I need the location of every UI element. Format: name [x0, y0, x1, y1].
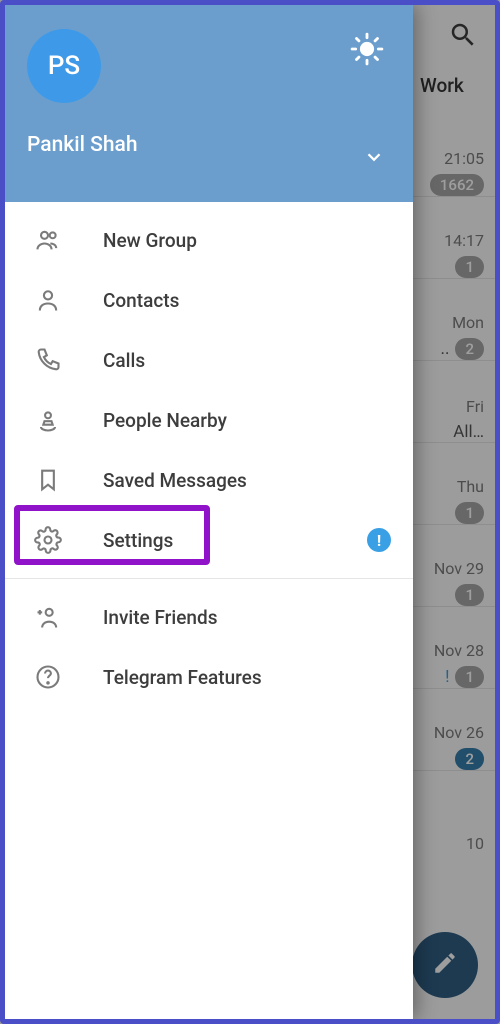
avatar[interactable]: PS	[27, 29, 101, 103]
menu-saved-messages[interactable]: Saved Messages	[5, 450, 413, 510]
help-icon	[31, 660, 65, 694]
invite-icon	[31, 600, 65, 634]
menu-label: Saved Messages	[103, 469, 247, 492]
menu-label: Contacts	[103, 289, 179, 312]
gear-icon	[31, 523, 65, 557]
chevron-down-icon	[363, 153, 385, 172]
drawer-header: PS Pankil Sh	[5, 5, 413, 202]
menu-contacts[interactable]: Contacts	[5, 270, 413, 330]
person-icon	[31, 283, 65, 317]
bookmark-icon	[31, 463, 65, 497]
menu-calls[interactable]: Calls	[5, 330, 413, 390]
menu-settings[interactable]: Settings !	[5, 510, 413, 570]
menu-label: Calls	[103, 349, 145, 372]
menu-label: New Group	[103, 229, 197, 252]
menu-divider	[5, 578, 413, 579]
phone-icon	[31, 343, 65, 377]
nearby-icon	[31, 403, 65, 437]
menu-label: Settings	[103, 529, 173, 552]
account-switcher[interactable]	[363, 146, 385, 172]
menu-label: Invite Friends	[103, 606, 217, 629]
alert-badge: !	[367, 528, 391, 552]
drawer-menu: New Group Contacts Calls People Nearby S	[5, 202, 413, 707]
menu-new-group[interactable]: New Group	[5, 210, 413, 270]
menu-label: Telegram Features	[103, 666, 262, 689]
menu-people-nearby[interactable]: People Nearby	[5, 390, 413, 450]
sun-icon	[350, 32, 384, 70]
navigation-drawer: PS Pankil Sh	[5, 5, 413, 1019]
menu-invite-friends[interactable]: Invite Friends	[5, 587, 413, 647]
account-name[interactable]: Pankil Shah	[27, 133, 391, 157]
menu-label: People Nearby	[103, 409, 227, 432]
theme-toggle-button[interactable]	[345, 29, 389, 73]
group-icon	[31, 223, 65, 257]
menu-telegram-features[interactable]: Telegram Features	[5, 647, 413, 707]
